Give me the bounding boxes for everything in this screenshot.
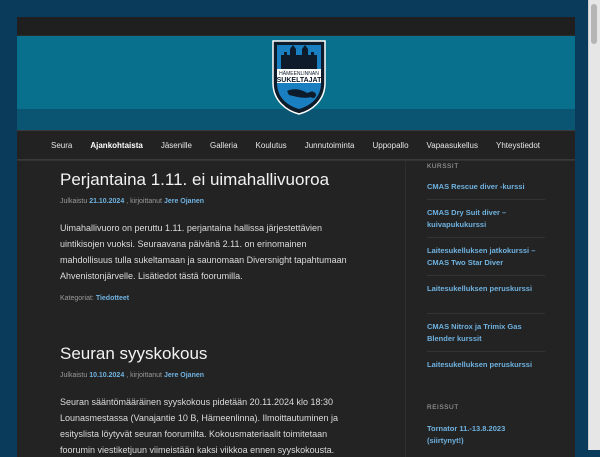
post-title[interactable]: Perjantaina 1.11. ei uimahallivuoroa (60, 170, 329, 190)
sidebar-heading-kurssit: KURSSIT (427, 163, 459, 170)
post-meta: Julkaistu 21.10.2024 , kirjoittanut Jere… (60, 198, 204, 205)
nav-item-ajankohtaista[interactable]: Ajankohtaista (90, 141, 142, 150)
sidebar-link[interactable]: Laitesukelluksen jatkokurssi – CMAS Two … (427, 245, 539, 269)
category-link[interactable]: Tiedotteet (96, 295, 129, 302)
meta-prefix: Julkaistu (60, 372, 88, 379)
page: HÄMEENLINNAN SUKELTAJAT Seura Ajankohtai… (17, 17, 575, 457)
nav-item-jasenille[interactable]: Jäsenille (161, 141, 192, 150)
content-divider (17, 160, 575, 161)
category-label: Kategoriat: (60, 295, 94, 302)
post-date-link[interactable]: 21.10.2024 (89, 198, 124, 205)
nav-item-koulutus[interactable]: Koulutus (256, 141, 287, 150)
nav-item-uppopallo[interactable]: Uppopallo (373, 141, 409, 150)
nav-item-yhteystiedot[interactable]: Yhteystiedot (496, 141, 540, 150)
sidebar-separator (427, 351, 545, 352)
sidebar-link[interactable]: Laitesukelluksen peruskurssi (427, 283, 539, 295)
header-banner: HÄMEENLINNAN SUKELTAJAT (17, 35, 575, 131)
post-categories: Kategoriat: Tiedotteet (60, 295, 129, 302)
meta-prefix: Julkaistu (60, 198, 88, 205)
sidebar-link[interactable]: CMAS Nitrox ja Trimix Gas Blender kurssi… (427, 321, 539, 345)
nav-item-vapaasukellus[interactable]: Vapaasukellus (427, 141, 478, 150)
sidebar-link[interactable]: Tornator 11.-13.8.2023 (siirtynyt!) (427, 423, 539, 447)
sidebar-heading-reissut: REISSUT (427, 404, 459, 411)
sidebar-separator (427, 199, 545, 200)
meta-by: , kirjoittanut (126, 198, 162, 205)
club-logo[interactable]: HÄMEENLINNAN SUKELTAJAT (271, 39, 327, 115)
meta-by: , kirjoittanut (126, 372, 162, 379)
nav-item-seura[interactable]: Seura (51, 141, 72, 150)
sidebar-separator (427, 275, 545, 276)
post-date-link[interactable]: 10.10.2024 (89, 372, 124, 379)
sidebar-divider (405, 161, 406, 457)
post-body: Uimahallivuoro on peruttu 1.11. perjanta… (60, 223, 347, 281)
sidebar-link[interactable]: CMAS Dry Suit diver – kuivapukukurssi (427, 207, 539, 231)
main-nav: Seura Ajankohtaista Jäsenille Galleria K… (17, 130, 575, 160)
nav-item-junnutoiminta[interactable]: Junnutoiminta (305, 141, 355, 150)
scrollbar-thumb[interactable] (591, 4, 597, 44)
sidebar-separator (427, 237, 545, 238)
sidebar-separator (427, 313, 545, 314)
nav-item-galleria[interactable]: Galleria (210, 141, 238, 150)
logo-line1: HÄMEENLINNAN (279, 70, 319, 77)
post-author-link[interactable]: Jere Ojanen (164, 198, 204, 205)
page-scrollbar[interactable] (588, 0, 600, 450)
post-body: Seuran sääntömääräinen syyskokous pidetä… (60, 397, 338, 455)
post-author-link[interactable]: Jere Ojanen (164, 372, 204, 379)
logo-line2: SUKELTAJAT (277, 77, 322, 84)
post-title[interactable]: Seuran syyskokous (60, 344, 207, 364)
post-meta: Julkaistu 10.10.2024 , kirjoittanut Jere… (60, 372, 204, 379)
sidebar-link[interactable]: CMAS Rescue diver -kurssi (427, 181, 539, 193)
top-bar (17, 17, 575, 35)
sidebar-link[interactable]: Laitesukelluksen peruskurssi (427, 359, 539, 371)
